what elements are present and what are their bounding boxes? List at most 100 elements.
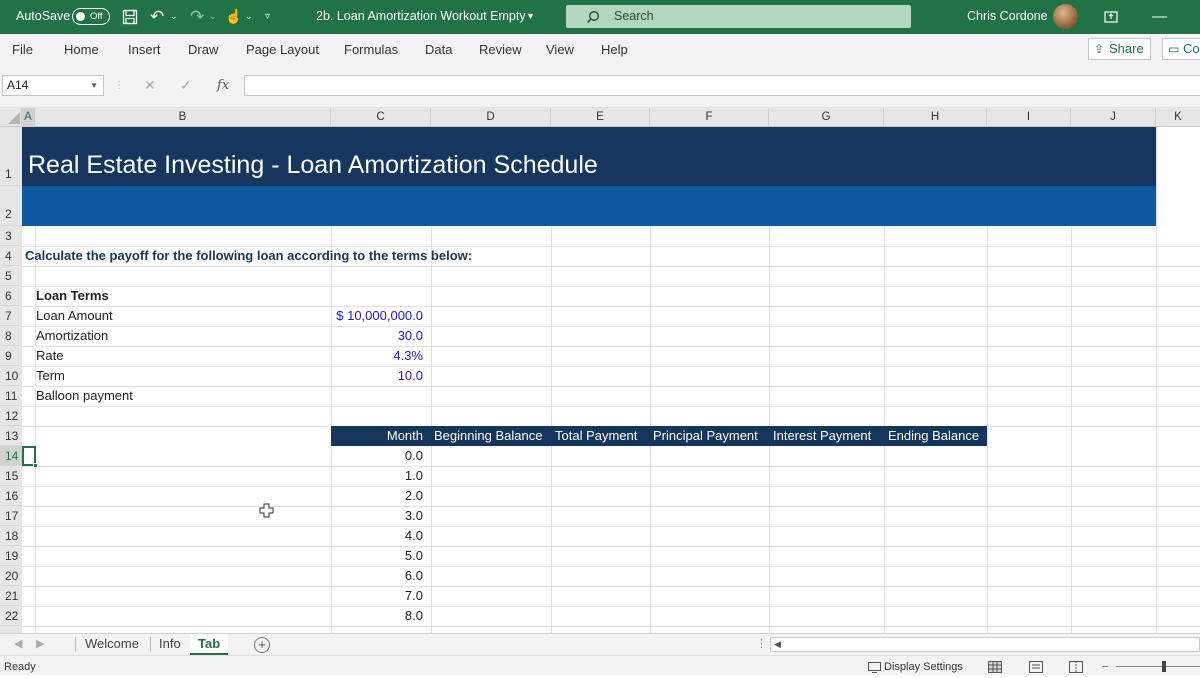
row-header-6[interactable]: 6 (0, 286, 22, 306)
term-value-amortization[interactable]: 30.0 (331, 326, 423, 346)
tab-formulas[interactable]: Formulas (344, 34, 398, 65)
gridline (22, 346, 1200, 347)
zoom-slider[interactable] (1116, 661, 1200, 672)
horizontal-scrollbar[interactable]: ◀ (770, 637, 1200, 652)
term-value-rate[interactable]: 4.3% (331, 346, 423, 366)
insert-function-icon[interactable]: fx (217, 75, 229, 96)
document-title[interactable]: 2b. Loan Amortization Workout Empty (316, 0, 526, 34)
column-header-i[interactable]: I (987, 108, 1071, 127)
next-sheet-icon[interactable]: ▶ (36, 634, 44, 654)
undo-dropdown-icon[interactable]: ⌄ (170, 0, 178, 34)
column-header-f[interactable]: F (650, 108, 769, 127)
fill-handle[interactable] (33, 463, 38, 468)
title-dropdown-icon[interactable]: ▼ (526, 0, 535, 34)
tab-insert[interactable]: Insert (128, 34, 161, 65)
column-header-g[interactable]: G (769, 108, 884, 127)
ribbon-display-icon[interactable] (1104, 0, 1118, 34)
month-cell[interactable]: 6.0 (331, 566, 423, 586)
cancel-icon[interactable]: ✕ (144, 75, 156, 96)
term-value-term[interactable]: 10.0 (331, 366, 423, 386)
month-cell[interactable]: 2.0 (331, 486, 423, 506)
row-header-1[interactable]: 1 (0, 127, 22, 186)
tab-data[interactable]: Data (425, 34, 452, 65)
month-cell[interactable]: 5.0 (331, 546, 423, 566)
header-beginning-balance: Beginning Balance (434, 428, 543, 443)
comments-label: Co (1183, 41, 1200, 56)
month-cell[interactable]: 3.0 (331, 506, 423, 526)
enter-icon[interactable]: ✓ (180, 75, 192, 96)
column-header-h[interactable]: H (884, 108, 987, 127)
column-header-a[interactable]: A (22, 108, 35, 127)
column-header-b[interactable]: B (35, 108, 331, 127)
row-header-19[interactable]: 19 (0, 546, 22, 566)
row-header-11[interactable]: 11 (0, 386, 22, 406)
column-header-d[interactable]: D (431, 108, 551, 127)
row-header-14[interactable]: 14 (0, 446, 22, 466)
sheet-tab-tab[interactable]: Tab (190, 634, 229, 655)
worksheet-grid[interactable]: Real Estate Investing - Loan Amortizatio… (22, 127, 1200, 633)
name-box-dropdown-icon[interactable]: ▼ (90, 76, 98, 95)
row-header-5[interactable]: 5 (0, 266, 22, 286)
column-header-e[interactable]: E (551, 108, 650, 127)
row-header-2[interactable]: 2 (0, 186, 22, 226)
column-header-k[interactable]: K (1156, 108, 1200, 127)
tab-page-layout[interactable]: Page Layout (246, 34, 319, 65)
row-header-13[interactable]: 13 (0, 426, 22, 446)
zoom-slider-thumb[interactable] (1162, 661, 1166, 672)
share-button[interactable]: ⇪ Share (1088, 38, 1151, 60)
row-header-18[interactable]: 18 (0, 526, 22, 546)
more-options-icon[interactable]: ⋮ (114, 75, 124, 96)
autosave-toggle[interactable]: Off (72, 8, 110, 25)
sheet-tab-info[interactable]: Info (151, 634, 189, 655)
row-header-15[interactable]: 15 (0, 466, 22, 486)
add-sheet-icon[interactable]: + (254, 637, 270, 653)
month-cell[interactable]: 4.0 (331, 526, 423, 546)
term-label-balloon-payment: Balloon payment (36, 388, 133, 403)
row-header-9[interactable]: 9 (0, 346, 22, 366)
row-header-3[interactable]: 3 (0, 226, 22, 246)
sheet-tab-welcome[interactable]: Welcome (77, 634, 147, 655)
prev-sheet-icon[interactable]: ◀ (14, 634, 22, 654)
redo-icon[interactable]: ↷ (190, 0, 204, 34)
tab-review[interactable]: Review (479, 34, 522, 65)
tab-home[interactable]: Home (64, 34, 99, 65)
customize-qat-icon[interactable]: ▿ (265, 0, 270, 34)
row-header-21[interactable]: 21 (0, 586, 22, 606)
row-header-16[interactable]: 16 (0, 486, 22, 506)
touch-dropdown-icon[interactable]: ⌄ (245, 0, 253, 34)
row-header-8[interactable]: 8 (0, 326, 22, 346)
row-header-17[interactable]: 17 (0, 506, 22, 526)
scroll-left-icon[interactable]: ◀ (774, 638, 781, 651)
column-header-c[interactable]: C (331, 108, 431, 127)
row-header-22[interactable]: 22 (0, 606, 22, 626)
row-header-4[interactable]: 4 (0, 246, 22, 266)
row-header-10[interactable]: 10 (0, 366, 22, 386)
tab-draw[interactable]: Draw (188, 34, 218, 65)
month-cell[interactable]: 7.0 (331, 586, 423, 606)
tab-view[interactable]: View (546, 34, 574, 65)
avatar[interactable] (1053, 4, 1078, 29)
name-box[interactable]: A14 ▼ (2, 75, 104, 96)
save-icon[interactable] (122, 0, 138, 34)
row-header-12[interactable]: 12 (0, 406, 22, 426)
search-box[interactable]: Search (566, 5, 911, 28)
row-header-7[interactable]: 7 (0, 306, 22, 326)
minimize-icon[interactable]: — (1152, 0, 1167, 34)
undo-icon[interactable]: ↶ (150, 0, 164, 34)
redo-dropdown-icon[interactable]: ⌄ (209, 0, 217, 34)
month-cell[interactable]: 0.0 (331, 446, 423, 466)
tab-file[interactable]: File (12, 34, 33, 65)
comments-button[interactable]: ▭ Co (1162, 38, 1200, 60)
touch-mode-icon[interactable]: ☝ (225, 0, 242, 34)
row-header-20[interactable]: 20 (0, 566, 22, 586)
gridline (22, 466, 1200, 467)
tab-split-handle-icon[interactable]: ⋮ (756, 634, 767, 654)
user-name[interactable]: Chris Cordone (967, 0, 1048, 34)
formula-input[interactable] (244, 75, 1200, 96)
month-cell[interactable]: 1.0 (331, 466, 423, 486)
month-cell[interactable]: 8.0 (331, 606, 423, 626)
column-header-j[interactable]: J (1071, 108, 1156, 127)
select-all-corner[interactable] (0, 108, 22, 127)
tab-help[interactable]: Help (601, 34, 628, 65)
term-value-loan-amount[interactable]: $ 10,000,000.0 (331, 306, 423, 326)
